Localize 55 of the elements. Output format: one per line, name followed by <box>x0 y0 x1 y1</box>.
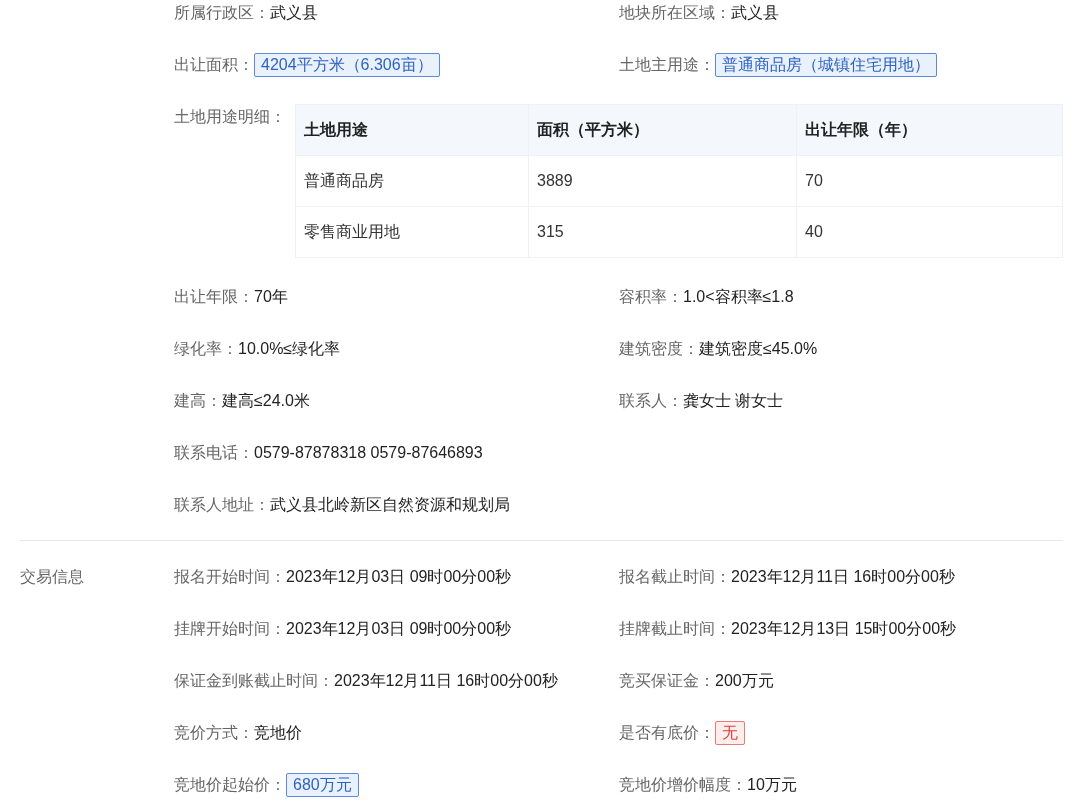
column-header: 面积（平方米） <box>528 104 797 156</box>
value-tag: 无 <box>715 721 745 745</box>
table-cell: 315 <box>528 206 797 258</box>
field-value: 2023年12月11日 16时00分00秒 <box>334 670 558 691</box>
field-label: 是否有底价： <box>619 722 715 743</box>
field-value: 2023年12月11日 16时00分00秒 <box>731 566 955 587</box>
field-value: 武义县 <box>731 2 779 23</box>
field-value: 10.0%≤绿化率 <box>238 338 341 359</box>
value-tag: 4204平方米（6.306亩） <box>254 53 440 77</box>
value-tag: 680万元 <box>286 773 359 797</box>
column-header: 土地用途 <box>295 104 529 156</box>
field-label: 挂牌开始时间： <box>174 618 286 639</box>
field-label: 保证金到账截止时间： <box>174 670 334 691</box>
field-label: 建筑密度： <box>619 338 699 359</box>
field-value: 200万元 <box>715 670 774 691</box>
field-label: 土地用途明细： <box>174 107 287 127</box>
field-label: 地块所在区域： <box>619 2 731 23</box>
table-cell: 40 <box>796 206 1063 258</box>
field-value: 1.0<容积率≤1.8 <box>683 286 794 307</box>
field-label: 出让年限： <box>174 286 254 307</box>
field-value: 武义县北岭新区自然资源和规划局 <box>270 494 510 515</box>
field-value: 2023年12月13日 15时00分00秒 <box>731 618 957 639</box>
field-label: 出让面积： <box>174 54 254 75</box>
field-label: 土地主用途： <box>619 54 715 75</box>
field-value: 建高≤24.0米 <box>222 390 310 411</box>
field-value: 2023年12月03日 09时00分00秒 <box>286 618 512 639</box>
field-value: 建筑密度≤45.0% <box>699 338 818 359</box>
field-label: 竞买保证金： <box>619 670 715 691</box>
field-value: 70年 <box>254 286 288 307</box>
field-value: 竞地价 <box>254 722 302 743</box>
field-value: 2023年12月03日 09时00分00秒 <box>286 566 512 587</box>
field-label: 报名开始时间： <box>174 566 286 587</box>
table-cell: 零售商业用地 <box>295 206 529 258</box>
column-header: 出让年限（年） <box>796 104 1063 156</box>
field-label: 建高： <box>174 390 222 411</box>
field-label: 联系人： <box>619 390 683 411</box>
field-label: 竞地价起始价： <box>174 774 286 795</box>
field-label: 绿化率： <box>174 338 238 359</box>
table-cell: 普通商品房 <box>295 155 529 207</box>
section-title: 交易信息 <box>20 567 84 587</box>
field-label: 竞价方式： <box>174 722 254 743</box>
field-label: 联系人地址： <box>174 494 270 515</box>
field-label: 联系电话： <box>174 442 254 463</box>
field-label: 所属行政区： <box>174 2 270 23</box>
field-value: 龚女士 谢女士 <box>683 390 784 411</box>
field-label: 报名截止时间： <box>619 566 731 587</box>
table-cell: 70 <box>796 155 1063 207</box>
field-label: 挂牌截止时间： <box>619 618 731 639</box>
field-value: 10万元 <box>747 774 797 795</box>
table-cell: 3889 <box>528 155 797 207</box>
field-value: 武义县 <box>270 2 318 23</box>
field-label: 容积率： <box>619 286 683 307</box>
value-tag: 普通商品房（城镇住宅用地） <box>715 53 937 77</box>
field-label: 竞地价增价幅度： <box>619 774 747 795</box>
field-value: 0579-87878318 0579-87646893 <box>254 444 483 462</box>
